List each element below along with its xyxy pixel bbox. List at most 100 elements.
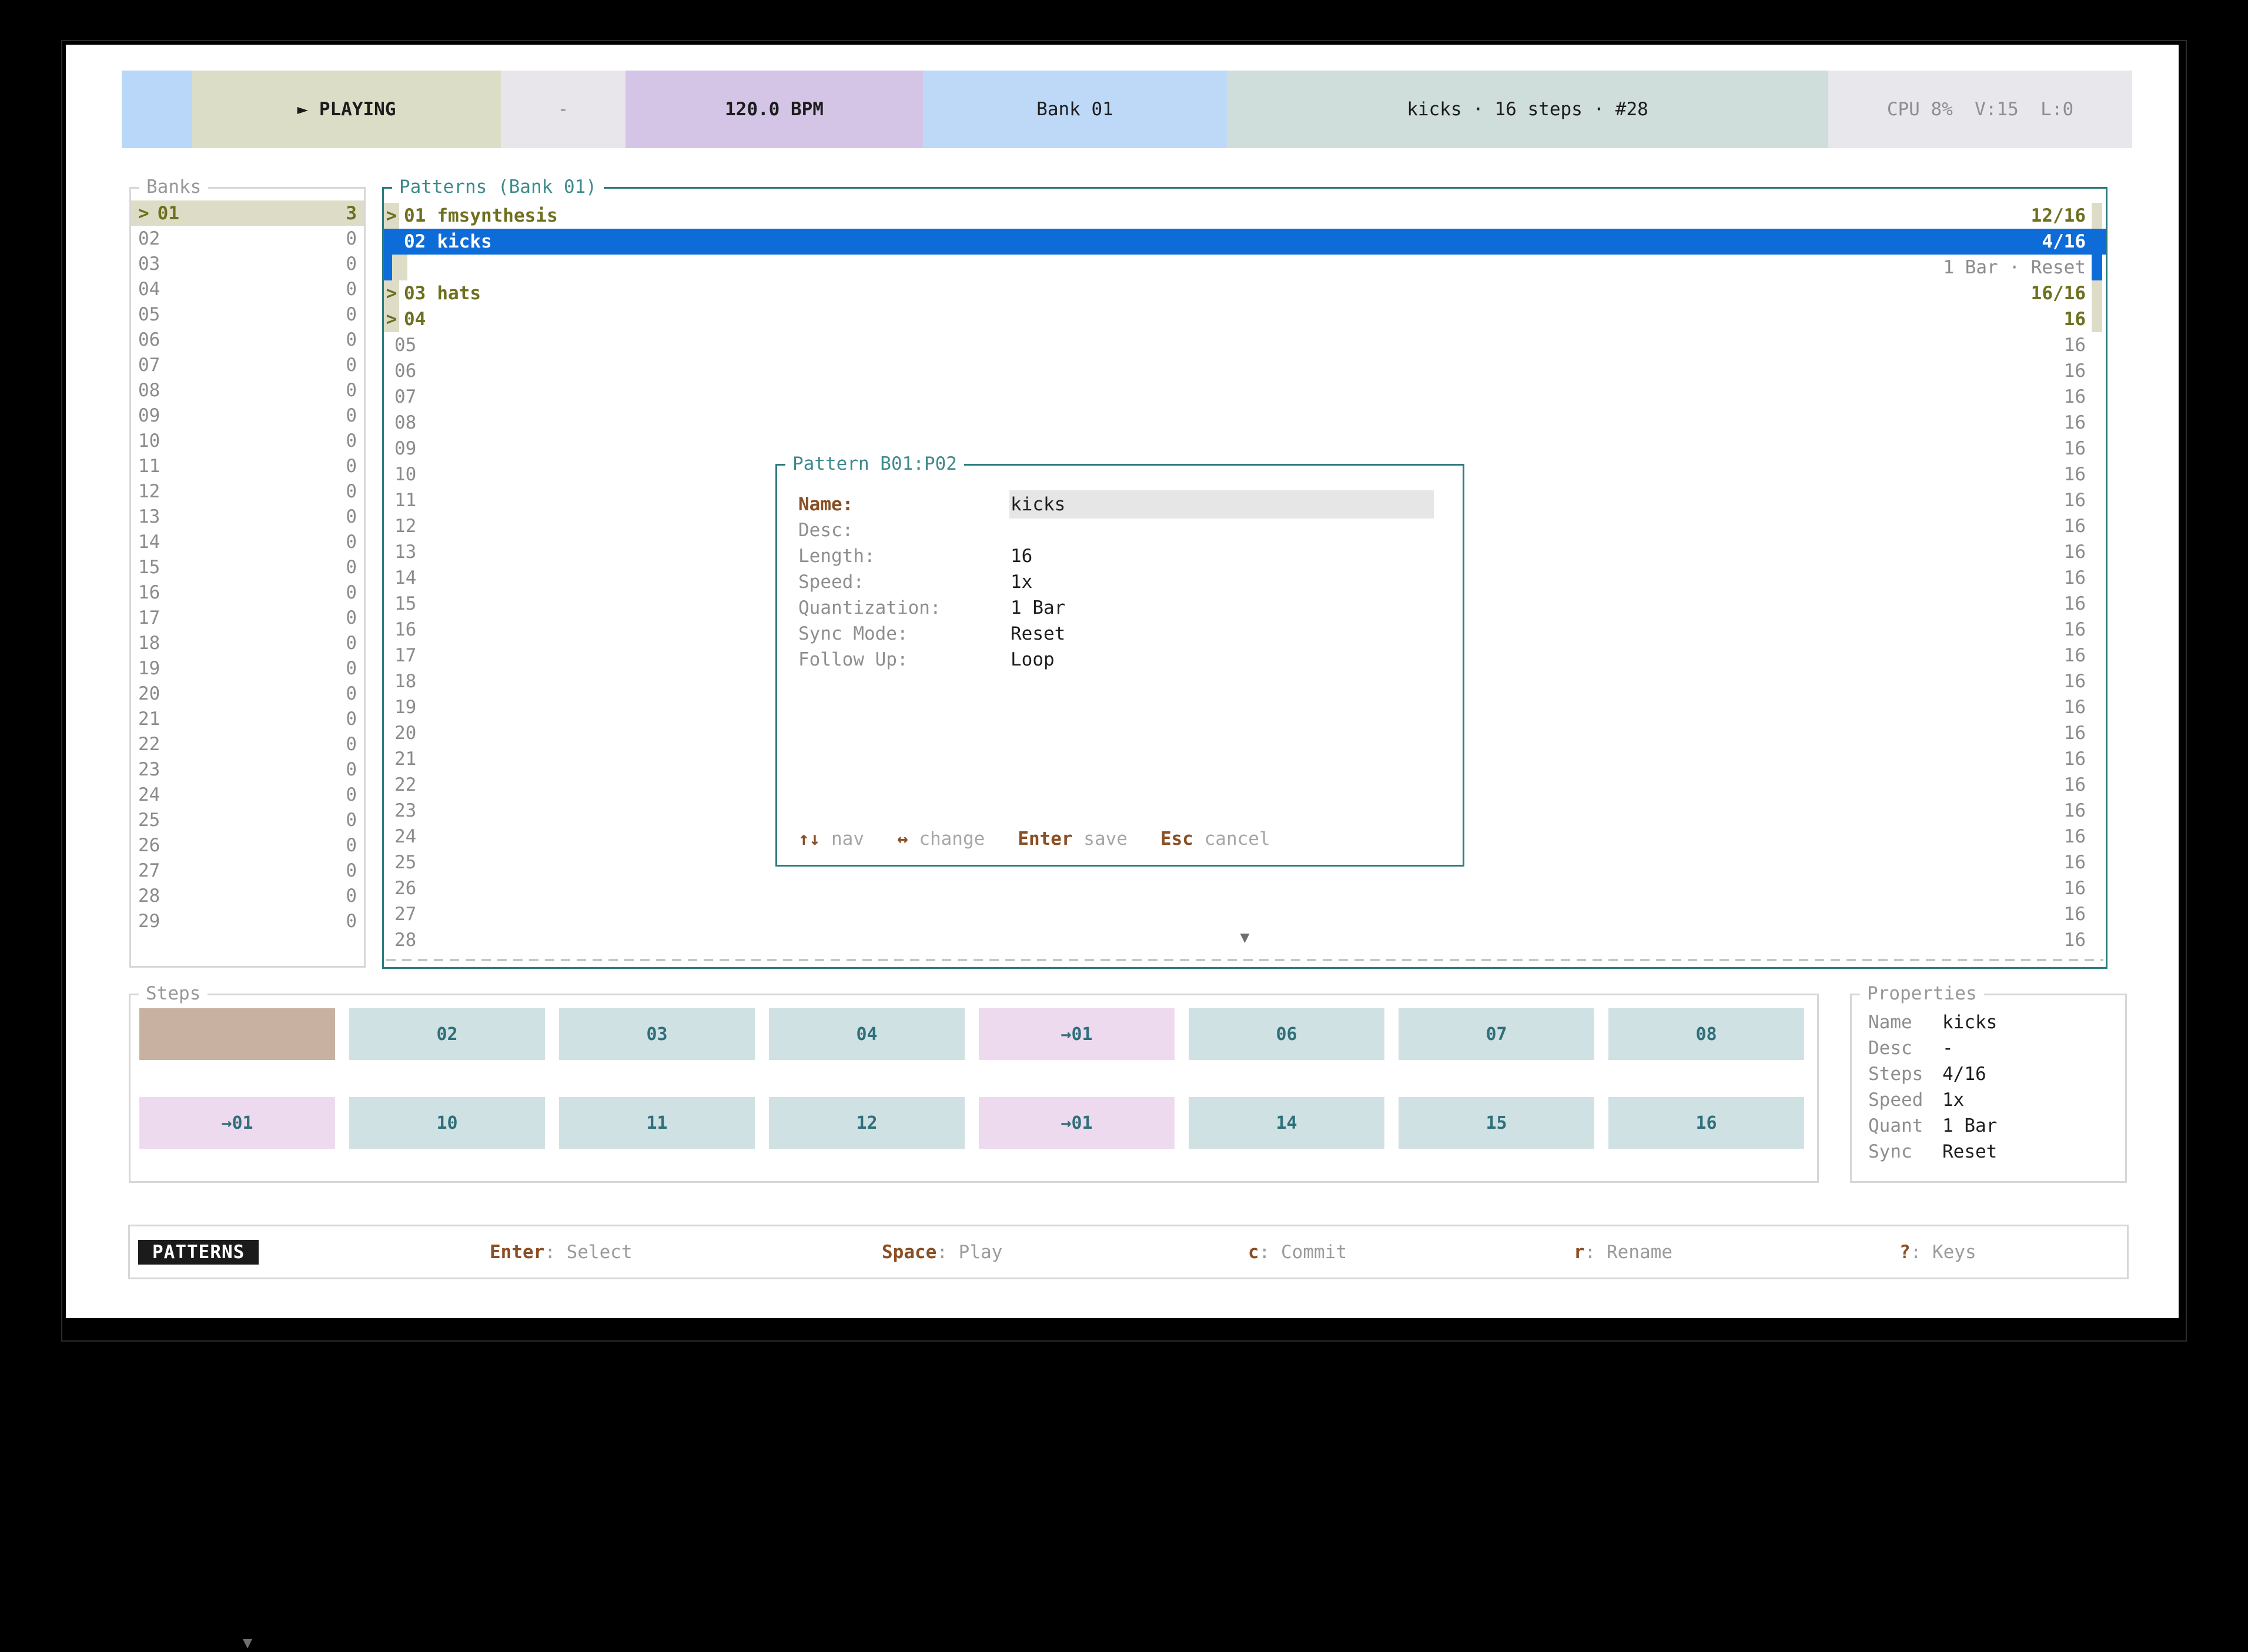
pattern-row-03[interactable]: >03hats16/16	[384, 280, 2106, 306]
pattern-number: 13	[394, 541, 416, 563]
dialog-field-value: 1 Bar	[1011, 595, 1065, 621]
statusbar-segment-bank[interactable]: Bank 01	[923, 71, 1227, 148]
pattern-row-06[interactable]: 0616	[384, 358, 2106, 384]
pattern-row-04[interactable]: >0416	[384, 306, 2106, 332]
bank-row-12[interactable]: 120	[131, 479, 364, 504]
bottom-hint-key: ?	[1899, 1242, 1911, 1263]
bank-row-29[interactable]: 29▼0	[131, 908, 364, 934]
bank-number: 15	[138, 557, 160, 578]
step-cell-6[interactable]: 06	[1189, 1008, 1384, 1060]
pattern-row-01[interactable]: >01fmsynthesis12/16	[384, 203, 2106, 229]
dialog-field-speed[interactable]: Speed:1x	[798, 569, 1441, 595]
bank-row-07[interactable]: 070	[131, 352, 364, 377]
step-cell-1[interactable]	[139, 1008, 335, 1060]
pattern-row-08[interactable]: 0816	[384, 410, 2106, 436]
bank-pattern-count: 3	[346, 203, 357, 224]
dialog-field-label: Name:	[798, 494, 853, 515]
bank-row-20[interactable]: 200	[131, 681, 364, 706]
app-window: ► PLAYING-120.0 BPMBank 01kicks · 16 ste…	[66, 45, 2179, 1318]
step-cell-5[interactable]: →01	[979, 1008, 1175, 1060]
bank-row-18[interactable]: 180	[131, 630, 364, 656]
dialog-field-length[interactable]: Length:16	[798, 543, 1441, 569]
bank-row-13[interactable]: 130	[131, 504, 364, 529]
property-value: -	[1942, 1035, 1953, 1061]
dialog-field-name[interactable]: Name:kicks	[798, 491, 1441, 517]
statusbar-segment-system: CPU 8% V:15 L:0	[1828, 71, 2132, 148]
bank-row-01[interactable]: >013	[131, 200, 364, 226]
pattern-row-05[interactable]: 0516	[384, 332, 2106, 358]
dialog-hint-label: save	[1073, 828, 1128, 850]
dialog-field-desc[interactable]: Desc:	[798, 517, 1441, 543]
pattern-row-07[interactable]: 0716	[384, 384, 2106, 410]
bank-row-17[interactable]: 170	[131, 605, 364, 630]
pattern-number: 28	[394, 929, 416, 951]
dialog-field-followup[interactable]: Follow Up:Loop	[798, 647, 1441, 673]
properties-panel-title: Properties	[1860, 982, 1984, 1005]
step-cell-4[interactable]: 04	[769, 1008, 965, 1060]
pattern-row-02[interactable]: 02kicks4/16	[384, 229, 2106, 255]
bank-pattern-count: 0	[346, 860, 357, 881]
step-cell-10[interactable]: 10	[349, 1097, 545, 1149]
step-cell-15[interactable]: 15	[1399, 1097, 1594, 1149]
step-cell-3[interactable]: 03	[559, 1008, 755, 1060]
step-cell-2[interactable]: 02	[349, 1008, 545, 1060]
bank-pattern-count: 0	[346, 557, 357, 578]
bank-row-16[interactable]: 160	[131, 580, 364, 605]
property-value: 1x	[1942, 1087, 1964, 1113]
bank-row-04[interactable]: 040	[131, 276, 364, 302]
bank-row-26[interactable]: 260	[131, 832, 364, 858]
bottom-hint-rename: r: Rename	[1574, 1242, 1672, 1263]
bank-row-25[interactable]: 250	[131, 807, 364, 832]
mode-badge: PATTERNS	[138, 1240, 259, 1265]
pattern-row-26[interactable]: 2616	[384, 875, 2106, 901]
bank-row-24[interactable]: 240	[131, 782, 364, 807]
step-cell-12[interactable]: 12	[769, 1097, 965, 1149]
bank-row-14[interactable]: 140	[131, 529, 364, 554]
step-cell-7[interactable]: 07	[1399, 1008, 1594, 1060]
bank-pattern-count: 0	[346, 734, 357, 755]
bank-row-28[interactable]: 280	[131, 883, 364, 908]
pattern-editor-dialog-title: Pattern B01:P02	[785, 452, 964, 476]
pattern-row-27[interactable]: 2716	[384, 901, 2106, 927]
pattern-steps-count: 16	[2064, 645, 2106, 666]
bank-row-08[interactable]: 080	[131, 377, 364, 403]
step-cell-9[interactable]: →01	[139, 1097, 335, 1149]
bank-row-11[interactable]: 110	[131, 453, 364, 479]
dialog-field-syncmode[interactable]: Sync Mode:Reset	[798, 621, 1441, 647]
bank-row-10[interactable]: 100	[131, 428, 364, 453]
bank-row-23[interactable]: 230	[131, 757, 364, 782]
pattern-number: 02	[404, 231, 426, 252]
bank-row-21[interactable]: 210	[131, 706, 364, 731]
marker-strip	[392, 255, 407, 280]
step-cell-11[interactable]: 11	[559, 1097, 755, 1149]
dialog-hint-label: change	[908, 828, 985, 850]
step-cell-13[interactable]: →01	[979, 1097, 1175, 1149]
dialog-hint-change: ↔ change	[897, 828, 985, 850]
bank-row-05[interactable]: 050	[131, 302, 364, 327]
bank-number: 09	[138, 405, 160, 426]
bottom-hint-key: Enter	[490, 1242, 544, 1263]
property-value: kicks	[1942, 1009, 1997, 1035]
statusbar-segment-bpm[interactable]: 120.0 BPM	[625, 71, 923, 148]
dialog-hint-label: nav	[820, 828, 864, 850]
pattern-row-09[interactable]: 0916	[384, 436, 2106, 462]
name-input-field[interactable]	[1009, 490, 1434, 519]
bank-row-02[interactable]: 020	[131, 226, 364, 251]
step-cell-8[interactable]: 08	[1608, 1008, 1804, 1060]
dialog-field-label: Desc:	[798, 520, 853, 541]
bank-row-15[interactable]: 15 0	[131, 554, 364, 580]
bank-row-03[interactable]: 030	[131, 251, 364, 276]
step-cell-14[interactable]: 14	[1189, 1097, 1384, 1149]
bank-row-09[interactable]: 09 0	[131, 403, 364, 428]
statusbar-segment-transport[interactable]: ► PLAYING	[192, 71, 501, 148]
bottom-hint-keys: ?: Keys	[1899, 1242, 1976, 1263]
bank-row-06[interactable]: 060	[131, 327, 364, 352]
bank-row-22[interactable]: 220	[131, 731, 364, 757]
banks-list: >013020030040050060070080090100110120130…	[131, 200, 364, 934]
bank-row-27[interactable]: 270	[131, 858, 364, 883]
bank-row-19[interactable]: 190	[131, 656, 364, 681]
step-cell-16[interactable]: 16	[1608, 1097, 1804, 1149]
dialog-hint-key: Esc	[1160, 828, 1193, 850]
bank-pattern-count: 0	[346, 405, 357, 426]
dialog-field-quantization[interactable]: Quantization:1 Bar	[798, 595, 1441, 621]
